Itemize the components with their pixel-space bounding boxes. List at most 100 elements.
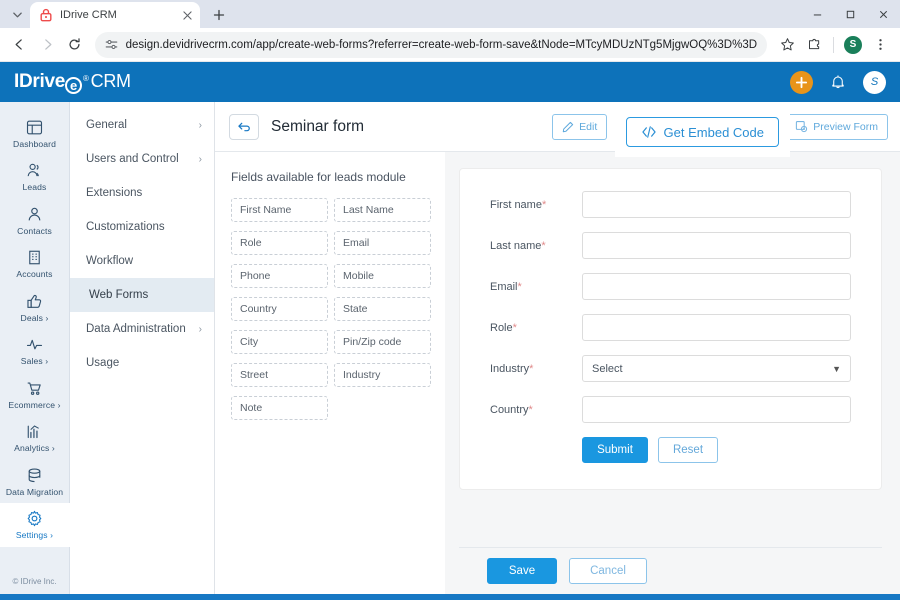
field-chip[interactable]: Note [231,396,328,420]
tune-icon [105,39,117,50]
browser-profile-button[interactable]: S [840,32,866,58]
field-chip[interactable]: First Name [231,198,328,222]
chevron-down-icon [12,11,22,17]
form-row-email: Email* [490,273,851,300]
tab-search-button[interactable] [4,0,30,28]
settings-subnav: General › Users and Control › Extensions… [70,102,215,594]
save-button[interactable]: Save [487,558,557,584]
available-fields-panel: Fields available for leads module First … [215,152,445,594]
subnav-item-customizations[interactable]: Customizations [70,210,214,244]
browser-menu-button[interactable] [867,32,893,58]
field-chip[interactable]: Email [334,231,431,255]
window-maximize-button[interactable] [834,0,867,28]
sidebar-item-deals[interactable]: Deals › [0,286,70,329]
database-icon [28,468,41,482]
reload-icon [69,38,80,50]
close-icon [879,10,888,18]
sidebar-item-sales[interactable]: Sales › [0,329,70,372]
forward-button[interactable] [35,32,61,58]
field-chip[interactable]: Mobile [334,264,431,288]
cancel-button[interactable]: Cancel [569,558,647,584]
edit-button[interactable]: Edit [552,113,608,140]
browser-toolbar: design.devidrivecrm.com/app/create-web-f… [0,28,900,62]
reset-button[interactable]: Reset [658,437,718,463]
sidebar-item-data-migration[interactable]: Data Migration [0,460,70,503]
sidebar-item-leads[interactable]: Leads [0,155,70,198]
subnav-item-data-administration[interactable]: Data Administration › [70,312,214,346]
page-header: Seminar form Edit Preview Form Get Embed… [215,102,900,157]
preview-form-button-label: Preview Form [813,120,878,133]
accounts-icon [29,251,40,265]
role-input[interactable] [582,314,851,341]
subnav-item-users-and-control[interactable]: Users and Control › [70,142,214,176]
required-marker: * [517,280,522,293]
required-marker: * [512,321,517,334]
new-tab-button[interactable] [206,2,232,28]
preview-form-button[interactable]: Preview Form [785,113,888,140]
required-marker: * [528,403,533,416]
last-name-input[interactable] [582,232,851,259]
field-chip[interactable]: Country [231,297,328,321]
logo-suffix: CRM [90,71,131,91]
sidebar-item-analytics[interactable]: Analytics › [0,416,70,459]
available-fields-title: Fields available for leads module [231,170,406,184]
star-icon [780,38,794,51]
cart-icon [27,382,41,395]
field-chip[interactable]: State [334,297,431,321]
available-fields-list: First Name Last Name Role Email Phone Mo… [231,198,431,420]
field-chip[interactable]: City [231,330,328,354]
tab-close-button[interactable] [180,8,194,22]
subnav-item-web-forms[interactable]: Web Forms [70,278,214,312]
form-label-text: Email [490,280,518,293]
back-button[interactable] [7,32,33,58]
form-label-text: Last name [490,239,542,252]
extensions-button[interactable] [801,32,827,58]
reload-button[interactable] [62,32,88,58]
quick-add-button[interactable] [790,70,813,94]
address-bar[interactable]: design.devidrivecrm.com/app/create-web-f… [94,31,768,58]
industry-select[interactable]: Select ▼ [582,355,851,382]
form-row-country: Country* [490,396,851,423]
field-chip[interactable]: Phone [231,264,328,288]
required-marker: * [541,239,546,252]
country-input[interactable] [582,396,851,423]
first-name-input[interactable] [582,191,851,218]
form-row-industry: Industry* Select ▼ [490,355,851,382]
field-chip[interactable]: Street [231,363,328,387]
window-close-button[interactable] [867,0,900,28]
subnav-item-workflow[interactable]: Workflow [70,244,214,278]
subnav-item-label: Data Administration [86,323,186,335]
bookmark-button[interactable] [774,32,800,58]
field-chip[interactable]: Pin/Zip code [334,330,431,354]
subnav-item-usage[interactable]: Usage [70,346,214,380]
sidebar-item-ecommerce[interactable]: Ecommerce › [0,373,70,416]
notifications-button[interactable] [827,71,849,93]
sidebar-item-settings[interactable]: Settings › [0,503,70,547]
form-label: Email* [490,281,582,293]
field-chip[interactable]: Last Name [334,198,431,222]
browser-profile-initial: S [844,35,863,54]
thumbs-up-icon [27,294,42,308]
email-input[interactable] [582,273,851,300]
get-embed-code-button[interactable]: Get Embed Code [625,117,779,147]
window-minimize-button[interactable] [801,0,834,28]
form-label: Role* [490,322,582,334]
app-logo[interactable]: IDrive e ® CRM [14,71,131,94]
sidebar-item-contacts[interactable]: Contacts [0,199,70,242]
user-avatar[interactable]: S [863,70,886,94]
sidebar-item-accounts[interactable]: Accounts [0,242,70,285]
back-navigation-button[interactable] [229,113,259,140]
browser-tab[interactable]: IDrive CRM [30,2,200,28]
subnav-item-general[interactable]: General › [70,108,214,142]
sidebar-item-dashboard[interactable]: Dashboard [0,112,70,155]
tab-strip: IDrive CRM [0,0,900,28]
subnav-item-label: General [86,119,127,131]
subnav-item-extensions[interactable]: Extensions [70,176,214,210]
code-icon [641,126,656,138]
form-preview-actions: Submit Reset [490,437,851,463]
submit-button[interactable]: Submit [582,437,648,463]
form-preview-card: First name* Last name* Email* Role* Indu… [459,168,882,490]
field-chip[interactable]: Role [231,231,328,255]
field-chip[interactable]: Industry [334,363,431,387]
sidebar-item-label: Data Migration [5,486,64,497]
